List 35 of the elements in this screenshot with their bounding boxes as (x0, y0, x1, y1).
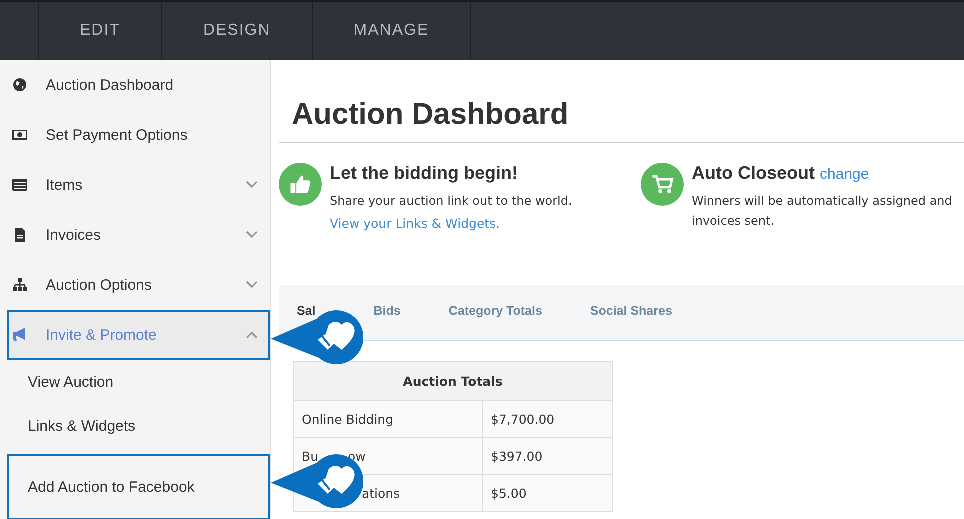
table-cell-text: ations (362, 486, 402, 500)
tab[interactable]: Bids (374, 304, 401, 318)
sidebar-item[interactable]: Auction Options (9, 262, 268, 308)
cart-icon (641, 163, 684, 206)
card-text: Winners will be automatically assigned and invoices sent. (692, 193, 954, 230)
megaphone-icon (12, 327, 28, 343)
card-title: Auto Closeout (692, 163, 815, 183)
table-header: Auction Totals (294, 362, 612, 400)
thumbs-up-icon (279, 163, 322, 206)
sidebar-item[interactable]: Invoices (9, 212, 268, 258)
document-icon (12, 227, 28, 243)
sitemap-icon (12, 277, 28, 293)
sidebar-subitem[interactable]: View Auction (9, 362, 268, 402)
sidebar-item[interactable]: Set Payment Options (9, 112, 268, 158)
tab[interactable]: Category Totals (448, 304, 542, 318)
banknote-icon (12, 127, 28, 143)
sidebar-item[interactable]: Auction Dashboard (9, 62, 268, 108)
table-cell-text: Bu (302, 448, 320, 464)
tab[interactable]: Sal (297, 304, 316, 318)
table-cell-text: Online Bidding (302, 412, 395, 426)
table-cell-text: $397.00 (491, 448, 543, 464)
change-link[interactable]: change (820, 166, 870, 183)
top-tab[interactable]: MANAGE (312, 2, 472, 60)
page-title: Auction Dashboard (279, 60, 964, 143)
card-title: Let the bidding begin! (330, 163, 518, 183)
table-cell-text: $5.00 (491, 486, 527, 500)
sidebar-item[interactable]: Items (9, 162, 268, 208)
globe-icon (12, 77, 28, 93)
links-widgets-link[interactable]: View your Links & Widgets. (330, 216, 500, 231)
sidebar-subitem[interactable]: Add Auction to Facebook (9, 456, 268, 518)
tab[interactable]: Social Shares (590, 304, 672, 318)
list-icon (12, 177, 28, 193)
card-text: Share your auction link out to the world. (330, 193, 574, 210)
sidebar-subitem[interactable]: Links & Widgets (9, 406, 268, 446)
table-cell-text: $7,700.00 (491, 412, 555, 426)
